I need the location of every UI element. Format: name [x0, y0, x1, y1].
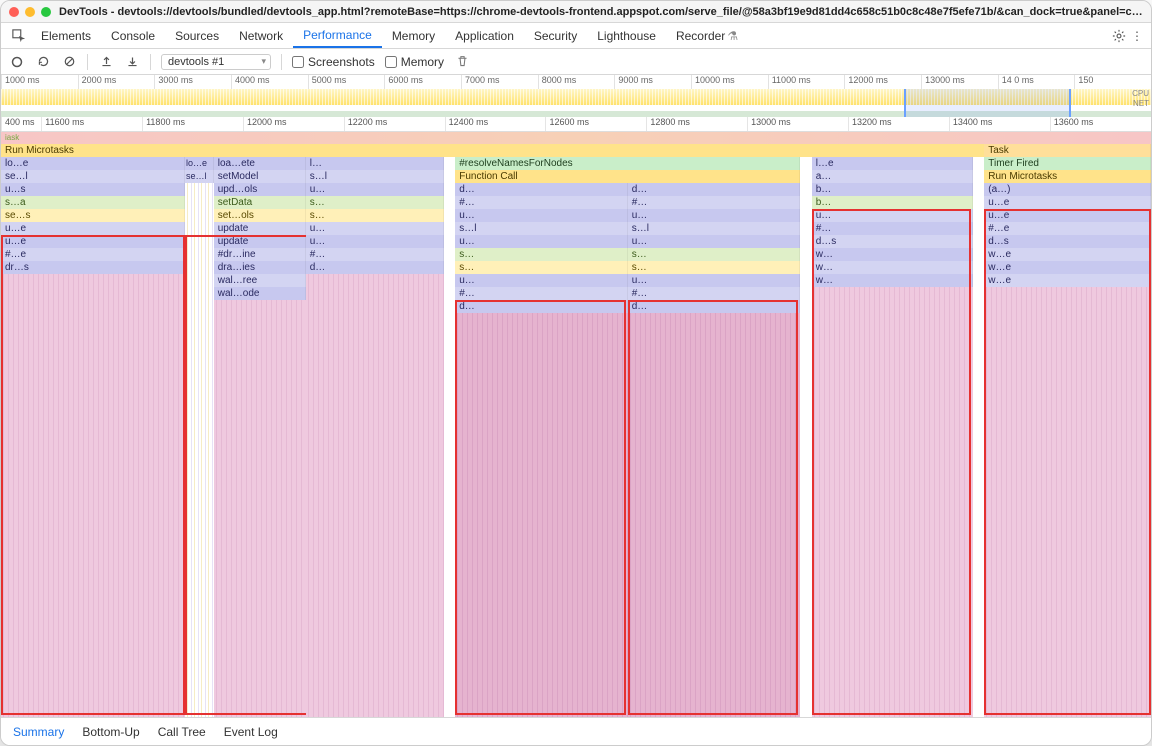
flask-icon: ⚗ — [727, 29, 738, 43]
trash-icon[interactable] — [454, 54, 470, 70]
tab-sources[interactable]: Sources — [165, 23, 229, 48]
zoom-icon[interactable] — [41, 7, 51, 17]
highlight-box — [812, 209, 971, 715]
flame-col-5: l…e a… b… b… u… #… d…s w… w… w… — [812, 144, 973, 717]
overview-ruler: 1000 ms 2000 ms 3000 ms 4000 ms 5000 ms … — [1, 75, 1151, 89]
perf-toolbar: devtools #1 Screenshots Memory — [1, 49, 1151, 75]
profile-selector[interactable]: devtools #1 — [161, 54, 271, 70]
upload-icon[interactable] — [98, 54, 114, 70]
tab-elements[interactable]: Elements — [31, 23, 101, 48]
flame-col-0: Run Microtasks lo…e se…l u…s s…a se…s u…… — [1, 144, 185, 717]
tab-application[interactable]: Application — [445, 23, 524, 48]
timeline-overview[interactable]: 1000 ms 2000 ms 3000 ms 4000 ms 5000 ms … — [1, 75, 1151, 117]
overview-labels: CPU NET — [1132, 89, 1149, 109]
details-tabstrip: Summary Bottom-Up Call Tree Event Log — [1, 717, 1151, 745]
clear-icon[interactable] — [61, 54, 77, 70]
more-icon[interactable]: ⋮ — [1129, 29, 1145, 43]
highlight-box — [984, 209, 1151, 715]
minimize-icon[interactable] — [25, 7, 35, 17]
task-bar[interactable]: Task — [984, 144, 1151, 157]
flame-col-6: Task Timer Fired Run Microtasks (a…) u…e… — [984, 144, 1151, 717]
flame-col-4: d… #… u… s…l u… s… s… u… #… d… — [628, 144, 801, 717]
close-icon[interactable] — [9, 7, 19, 17]
flamechart[interactable]: Run Microtasks lo…e se…l u…s s…a se…s u…… — [1, 144, 1151, 717]
tab-recorder[interactable]: Recorder⚗ — [666, 23, 748, 48]
tab-summary[interactable]: Summary — [13, 725, 64, 739]
tab-network[interactable]: Network — [229, 23, 293, 48]
devtools-window: DevTools - devtools://devtools/bundled/d… — [0, 0, 1152, 746]
tab-performance[interactable]: Performance — [293, 23, 382, 48]
tab-security[interactable]: Security — [524, 23, 587, 48]
download-icon[interactable] — [124, 54, 140, 70]
inspect-icon[interactable] — [7, 29, 31, 43]
tab-call-tree[interactable]: Call Tree — [158, 725, 206, 739]
memory-label: Memory — [401, 55, 444, 69]
screenshots-checkbox[interactable]: Screenshots — [292, 55, 375, 69]
panel-tabstrip: Elements Console Sources Network Perform… — [1, 23, 1151, 49]
tab-lighthouse[interactable]: Lighthouse — [587, 23, 666, 48]
window-title: DevTools - devtools://devtools/bundled/d… — [59, 6, 1143, 18]
flame-col-3: #resolveNamesForNodes Function Call d… #… — [455, 144, 628, 717]
traffic-lights — [9, 7, 51, 17]
flame-col-1: loa…ete setModel upd…ols setData set…ols… — [214, 144, 306, 717]
highlight-box — [455, 300, 626, 715]
titlebar: DevTools - devtools://devtools/bundled/d… — [1, 1, 1151, 23]
reload-icon[interactable] — [35, 54, 51, 70]
highlight-box — [628, 300, 799, 715]
panel-tabs: Elements Console Sources Network Perform… — [31, 23, 748, 48]
run-microtasks[interactable]: Run Microtasks — [984, 170, 1151, 183]
tab-console[interactable]: Console — [101, 23, 165, 48]
detail-ruler[interactable]: 400 ms 11600 ms 11800 ms 12000 ms 12200 … — [1, 117, 1151, 132]
record-icon[interactable] — [9, 54, 25, 70]
overview-window[interactable] — [904, 89, 1071, 117]
screenshots-label: Screenshots — [308, 55, 375, 69]
timer-fired[interactable]: Timer Fired — [984, 157, 1151, 170]
tab-memory[interactable]: Memory — [382, 23, 445, 48]
flame-col-2: l… s…l u… s… s… u… u… #… d… — [306, 144, 444, 717]
highlight-box — [1, 235, 185, 715]
breadcrumb-row: iask — [1, 132, 1151, 144]
tab-event-log[interactable]: Event Log — [224, 725, 278, 739]
memory-checkbox[interactable]: Memory — [385, 55, 444, 69]
gear-icon[interactable] — [1109, 29, 1129, 43]
tab-bottom-up[interactable]: Bottom-Up — [82, 725, 139, 739]
